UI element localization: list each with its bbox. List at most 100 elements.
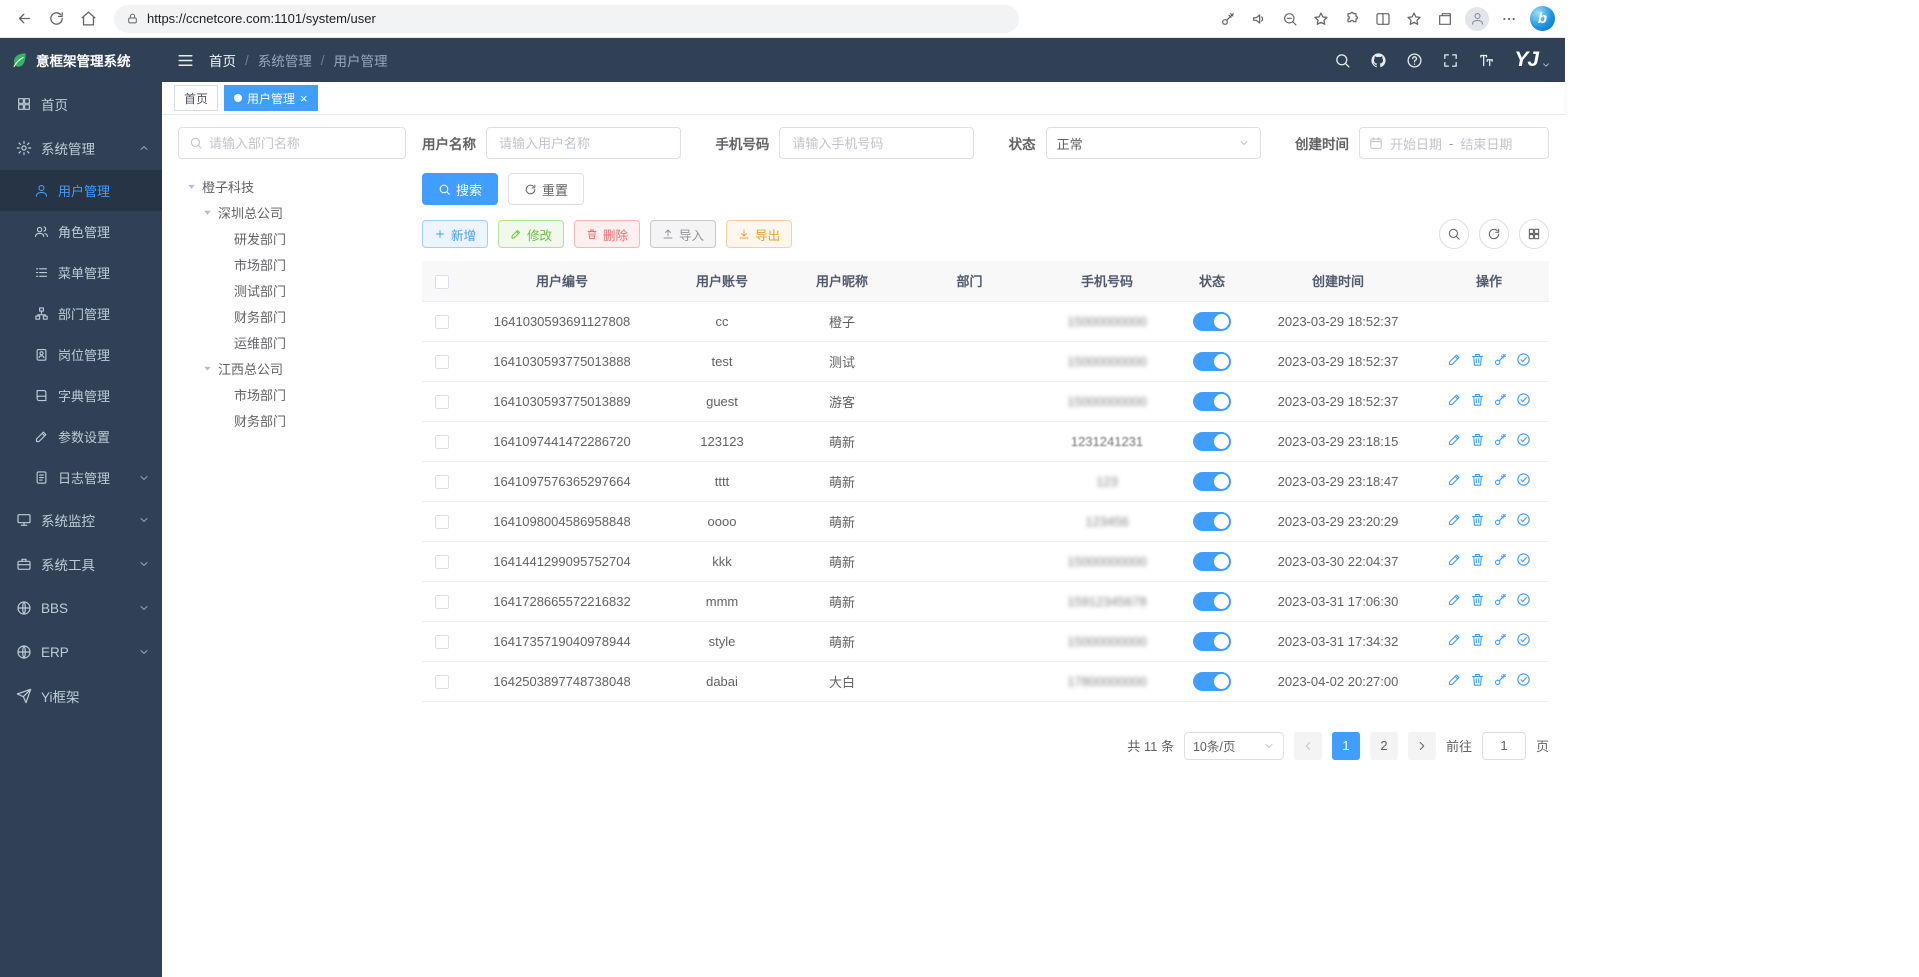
row-checkbox[interactable]: [435, 435, 449, 449]
refresh-icon[interactable]: [42, 5, 70, 33]
tag-用户管理[interactable]: 用户管理×: [224, 85, 318, 111]
page-size-select[interactable]: 10条/页: [1184, 732, 1284, 760]
row-checkbox[interactable]: [435, 355, 449, 369]
edit-icon[interactable]: [1447, 512, 1462, 527]
check-circle-icon[interactable]: [1516, 472, 1531, 487]
collections-icon[interactable]: [1431, 5, 1459, 33]
edit-icon[interactable]: [1447, 352, 1462, 367]
tag-close-icon[interactable]: ×: [300, 92, 308, 105]
dept-search-input[interactable]: [209, 136, 395, 151]
sidebar-item-dict[interactable]: 字典管理: [0, 375, 162, 416]
sidebar-item-config[interactable]: 参数设置: [0, 416, 162, 457]
delete-icon[interactable]: [1470, 592, 1485, 607]
split-screen-icon[interactable]: [1369, 5, 1397, 33]
sidebar-item-erp[interactable]: ERP: [0, 630, 162, 674]
key-icon[interactable]: [1493, 392, 1508, 407]
status-toggle[interactable]: [1193, 632, 1231, 651]
key-icon[interactable]: [1493, 592, 1508, 607]
zoom-icon[interactable]: [1276, 5, 1304, 33]
row-checkbox[interactable]: [435, 315, 449, 329]
key-icon[interactable]: [1493, 672, 1508, 687]
row-checkbox[interactable]: [435, 515, 449, 529]
edit-icon[interactable]: [1447, 672, 1462, 687]
status-toggle[interactable]: [1193, 512, 1231, 531]
bing-icon[interactable]: b: [1530, 6, 1555, 31]
edit-icon[interactable]: [1447, 592, 1462, 607]
edit-icon[interactable]: [1447, 552, 1462, 567]
toggle-search-button[interactable]: [1439, 219, 1469, 249]
edit-icon[interactable]: [1447, 472, 1462, 487]
key-icon[interactable]: [1493, 352, 1508, 367]
back-icon[interactable]: [10, 5, 38, 33]
reset-button[interactable]: 重置: [508, 173, 584, 205]
key-icon[interactable]: [1493, 472, 1508, 487]
favorites-add-icon[interactable]: [1307, 5, 1335, 33]
sidebar-item-menu[interactable]: 菜单管理: [0, 252, 162, 293]
row-checkbox[interactable]: [435, 475, 449, 489]
tree-node[interactable]: 财务部门: [178, 407, 406, 433]
username-input[interactable]: [486, 127, 681, 159]
edit-icon[interactable]: [1447, 432, 1462, 447]
tree-node[interactable]: 财务部门: [178, 303, 406, 329]
row-checkbox[interactable]: [435, 395, 449, 409]
check-circle-icon[interactable]: [1516, 512, 1531, 527]
more-icon[interactable]: [1495, 5, 1523, 33]
column-settings-button[interactable]: [1519, 219, 1549, 249]
status-toggle[interactable]: [1193, 592, 1231, 611]
next-page-button[interactable]: [1408, 732, 1436, 760]
edit-button[interactable]: 修改: [498, 220, 564, 248]
status-toggle[interactable]: [1193, 672, 1231, 691]
status-toggle[interactable]: [1193, 352, 1231, 371]
key-icon[interactable]: [1493, 432, 1508, 447]
sidebar-item-user[interactable]: 用户管理: [0, 170, 162, 211]
check-circle-icon[interactable]: [1516, 672, 1531, 687]
key-icon[interactable]: [1493, 552, 1508, 567]
favorites-icon[interactable]: [1400, 5, 1428, 33]
sidebar-item-role[interactable]: 角色管理: [0, 211, 162, 252]
check-circle-icon[interactable]: [1516, 432, 1531, 447]
fullscreen-icon[interactable]: [1442, 52, 1459, 69]
tree-node[interactable]: 测试部门: [178, 277, 406, 303]
key-icon[interactable]: [1214, 5, 1242, 33]
sidebar-item-tool[interactable]: 系统工具: [0, 542, 162, 586]
delete-icon[interactable]: [1470, 472, 1485, 487]
delete-button[interactable]: 删除: [574, 220, 640, 248]
search-icon[interactable]: [1334, 52, 1351, 69]
row-checkbox[interactable]: [435, 595, 449, 609]
delete-icon[interactable]: [1470, 672, 1485, 687]
sidebar-item-system[interactable]: 系统管理: [0, 126, 162, 170]
tree-node[interactable]: 市场部门: [178, 381, 406, 407]
github-icon[interactable]: [1370, 52, 1387, 69]
page-button-2[interactable]: 2: [1370, 732, 1398, 760]
tag-首页[interactable]: 首页: [174, 85, 218, 111]
created-daterange[interactable]: 开始日期 - 结束日期: [1359, 127, 1549, 159]
import-button[interactable]: 导入: [650, 220, 716, 248]
sidebar-item-post[interactable]: 岗位管理: [0, 334, 162, 375]
page-button-1[interactable]: 1: [1332, 732, 1360, 760]
row-checkbox[interactable]: [435, 675, 449, 689]
sidebar-toggle-icon[interactable]: [176, 51, 195, 70]
status-toggle[interactable]: [1193, 392, 1231, 411]
help-icon[interactable]: [1406, 52, 1423, 69]
edit-icon[interactable]: [1447, 392, 1462, 407]
read-aloud-icon[interactable]: [1245, 5, 1273, 33]
key-icon[interactable]: [1493, 512, 1508, 527]
check-circle-icon[interactable]: [1516, 592, 1531, 607]
phone-input[interactable]: [779, 127, 974, 159]
breadcrumb-item[interactable]: 系统管理: [258, 50, 312, 70]
breadcrumb-item[interactable]: 首页: [209, 50, 236, 70]
sidebar-item-home[interactable]: 首页: [0, 82, 162, 126]
profile-icon[interactable]: [1465, 7, 1489, 31]
check-circle-icon[interactable]: [1516, 552, 1531, 567]
sidebar-item-bbs[interactable]: BBS: [0, 586, 162, 630]
tree-node[interactable]: 运维部门: [178, 329, 406, 355]
key-icon[interactable]: [1493, 632, 1508, 647]
row-checkbox[interactable]: [435, 555, 449, 569]
status-toggle[interactable]: [1193, 472, 1231, 491]
user-logo[interactable]: YJ: [1514, 48, 1551, 72]
goto-page-input[interactable]: [1482, 732, 1526, 760]
sidebar-item-yi[interactable]: Yi框架: [0, 674, 162, 718]
status-toggle[interactable]: [1193, 312, 1231, 331]
tree-node[interactable]: 橙子科技: [178, 173, 406, 199]
export-button[interactable]: 导出: [726, 220, 792, 248]
